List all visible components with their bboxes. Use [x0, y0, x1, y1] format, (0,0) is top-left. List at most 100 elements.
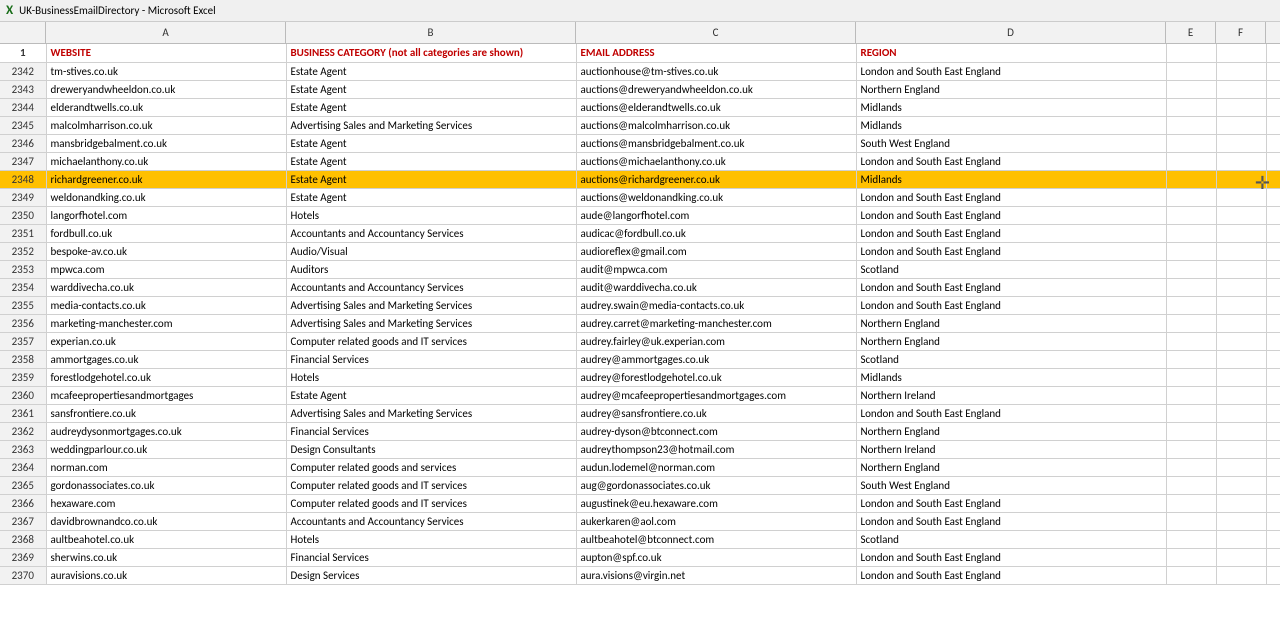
- table-row[interactable]: 2356marketing-manchester.comAdvertising …: [0, 314, 1280, 332]
- cell-region[interactable]: London and South East England: [856, 188, 1166, 206]
- cell-category[interactable]: Financial Services: [286, 422, 576, 440]
- table-row[interactable]: 2346mansbridgebalment.co.ukEstate Agenta…: [0, 134, 1280, 152]
- cell-email[interactable]: audrey.carret@marketing-manchester.com: [576, 314, 856, 332]
- cell-region[interactable]: London and South East England: [856, 512, 1166, 530]
- cell-website[interactable]: hexaware.com: [46, 494, 286, 512]
- cell-region[interactable]: London and South East England: [856, 278, 1166, 296]
- cell-category[interactable]: Audio/Visual: [286, 242, 576, 260]
- table-row[interactable]: 2354warddivecha.co.ukAccountants and Acc…: [0, 278, 1280, 296]
- cell-website[interactable]: fordbull.co.uk: [46, 224, 286, 242]
- table-row[interactable]: 2353mpwca.comAuditorsaudit@mpwca.comScot…: [0, 260, 1280, 278]
- cell-email[interactable]: audreythompson23@hotmail.com: [576, 440, 856, 458]
- table-row[interactable]: 2352bespoke-av.co.ukAudio/Visualaudioref…: [0, 242, 1280, 260]
- cell-region[interactable]: London and South East England: [856, 224, 1166, 242]
- cell-region[interactable]: Northern England: [856, 332, 1166, 350]
- cell-website[interactable]: experian.co.uk: [46, 332, 286, 350]
- cell-website[interactable]: media-contacts.co.uk: [46, 296, 286, 314]
- cell-region[interactable]: Northern England: [856, 80, 1166, 98]
- cell-category[interactable]: Advertising Sales and Marketing Services: [286, 296, 576, 314]
- cell-category[interactable]: Design Consultants: [286, 440, 576, 458]
- cell-region[interactable]: London and South East England: [856, 206, 1166, 224]
- cell-email[interactable]: auctionhouse@tm-stives.co.uk: [576, 62, 856, 80]
- col-header-d[interactable]: D: [856, 22, 1166, 43]
- cell-website[interactable]: davidbrownandco.co.uk: [46, 512, 286, 530]
- table-row[interactable]: 2364norman.comComputer related goods and…: [0, 458, 1280, 476]
- cell-website[interactable]: dreweryandwheeldon.co.uk: [46, 80, 286, 98]
- table-row[interactable]: 2365gordonassociates.co.ukComputer relat…: [0, 476, 1280, 494]
- cell-email[interactable]: audit@mpwca.com: [576, 260, 856, 278]
- table-row[interactable]: 2347michaelanthony.co.ukEstate Agentauct…: [0, 152, 1280, 170]
- cell-website[interactable]: sherwins.co.uk: [46, 548, 286, 566]
- cell-website[interactable]: ammortgages.co.uk: [46, 350, 286, 368]
- table-row[interactable]: 2370auravisions.co.ukDesign Servicesaura…: [0, 566, 1280, 584]
- cell-email[interactable]: audrey@mcafeepropertiesandmortgages.com: [576, 386, 856, 404]
- cell-email[interactable]: audrey@sansfrontiere.co.uk: [576, 404, 856, 422]
- cell-website[interactable]: weddingparlour.co.uk: [46, 440, 286, 458]
- table-row[interactable]: 2357experian.co.ukComputer related goods…: [0, 332, 1280, 350]
- cell-email[interactable]: audit@warddivecha.co.uk: [576, 278, 856, 296]
- table-row[interactable]: 2361sansfrontiere.co.ukAdvertising Sales…: [0, 404, 1280, 422]
- cell-email[interactable]: auctions@dreweryandwheeldon.co.uk: [576, 80, 856, 98]
- table-row[interactable]: 2359forestlodgehotel.co.ukHotelsaudrey@f…: [0, 368, 1280, 386]
- cell-category[interactable]: Advertising Sales and Marketing Services: [286, 314, 576, 332]
- cell-category[interactable]: Estate Agent: [286, 134, 576, 152]
- cell-website[interactable]: aultbeahotel.co.uk: [46, 530, 286, 548]
- table-row[interactable]: 2345malcolmharrison.co.ukAdvertising Sal…: [0, 116, 1280, 134]
- cell-category[interactable]: Financial Services: [286, 548, 576, 566]
- cell-website[interactable]: michaelanthony.co.uk: [46, 152, 286, 170]
- cell-region[interactable]: London and South East England: [856, 152, 1166, 170]
- cell-website[interactable]: malcolmharrison.co.uk: [46, 116, 286, 134]
- cell-region[interactable]: Midlands: [856, 368, 1166, 386]
- cell-email[interactable]: audioreflex@gmail.com: [576, 242, 856, 260]
- cell-region[interactable]: Northern England: [856, 458, 1166, 476]
- cell-website[interactable]: gordonassociates.co.uk: [46, 476, 286, 494]
- cell-email[interactable]: aultbeahotel@btconnect.com: [576, 530, 856, 548]
- cell-category[interactable]: Estate Agent: [286, 152, 576, 170]
- cell-email[interactable]: auctions@michaelanthony.co.uk: [576, 152, 856, 170]
- cell-category[interactable]: Computer related goods and services: [286, 458, 576, 476]
- table-row[interactable]: 2358ammortgages.co.ukFinancial Servicesa…: [0, 350, 1280, 368]
- cell-region[interactable]: Scotland: [856, 530, 1166, 548]
- cell-email[interactable]: auctions@richardgreener.co.uk: [576, 170, 856, 188]
- table-row[interactable]: 2366hexaware.comComputer related goods a…: [0, 494, 1280, 512]
- cell-website[interactable]: bespoke-av.co.uk: [46, 242, 286, 260]
- cell-region[interactable]: London and South East England: [856, 62, 1166, 80]
- cell-email[interactable]: auctions@elderandtwells.co.uk: [576, 98, 856, 116]
- cell-email[interactable]: aukerkaren@aol.com: [576, 512, 856, 530]
- cell-website[interactable]: mansbridgebalment.co.uk: [46, 134, 286, 152]
- cell-category[interactable]: Advertising Sales and Marketing Services: [286, 116, 576, 134]
- cell-email[interactable]: audrey@ammortgages.co.uk: [576, 350, 856, 368]
- cell-category[interactable]: Computer related goods and IT services: [286, 476, 576, 494]
- cell-region[interactable]: South West England: [856, 134, 1166, 152]
- table-row[interactable]: 2367davidbrownandco.co.ukAccountants and…: [0, 512, 1280, 530]
- cell-category[interactable]: Accountants and Accountancy Services: [286, 224, 576, 242]
- table-row[interactable]: 2355media-contacts.co.ukAdvertising Sale…: [0, 296, 1280, 314]
- cell-email[interactable]: aura.visions@virgin.net: [576, 566, 856, 584]
- cell-category[interactable]: Computer related goods and IT services: [286, 494, 576, 512]
- cell-website[interactable]: audreydysonmortgages.co.uk: [46, 422, 286, 440]
- table-row[interactable]: 2342tm-stives.co.ukEstate Agentauctionho…: [0, 62, 1280, 80]
- cell-category[interactable]: Accountants and Accountancy Services: [286, 278, 576, 296]
- cell-email[interactable]: audrey.fairley@uk.experian.com: [576, 332, 856, 350]
- table-row[interactable]: 2351fordbull.co.ukAccountants and Accoun…: [0, 224, 1280, 242]
- cell-website[interactable]: forestlodgehotel.co.uk: [46, 368, 286, 386]
- cell-email[interactable]: audrey@forestlodgehotel.co.uk: [576, 368, 856, 386]
- cell-website[interactable]: sansfrontiere.co.uk: [46, 404, 286, 422]
- cell-website[interactable]: weldonandking.co.uk: [46, 188, 286, 206]
- col-header-c[interactable]: C: [576, 22, 856, 43]
- cell-email[interactable]: auctions@mansbridgebalment.co.uk: [576, 134, 856, 152]
- cell-website[interactable]: norman.com: [46, 458, 286, 476]
- cell-email[interactable]: audrey-dyson@btconnect.com: [576, 422, 856, 440]
- cell-category[interactable]: Estate Agent: [286, 386, 576, 404]
- table-row[interactable]: 2343dreweryandwheeldon.co.ukEstate Agent…: [0, 80, 1280, 98]
- cell-website[interactable]: richardgreener.co.uk: [46, 170, 286, 188]
- col-header-g[interactable]: G: [1266, 22, 1280, 43]
- table-row[interactable]: 2348richardgreener.co.ukEstate Agentauct…: [0, 170, 1280, 188]
- col-header-a[interactable]: A: [46, 22, 286, 43]
- cell-email[interactable]: augustinek@eu.hexaware.com: [576, 494, 856, 512]
- cell-category[interactable]: Computer related goods and IT services: [286, 332, 576, 350]
- cell-region[interactable]: South West England: [856, 476, 1166, 494]
- table-row[interactable]: 2368aultbeahotel.co.ukHotelsaultbeahotel…: [0, 530, 1280, 548]
- cell-region[interactable]: Northern England: [856, 314, 1166, 332]
- cell-website[interactable]: mcafeepropertiesandmortgages: [46, 386, 286, 404]
